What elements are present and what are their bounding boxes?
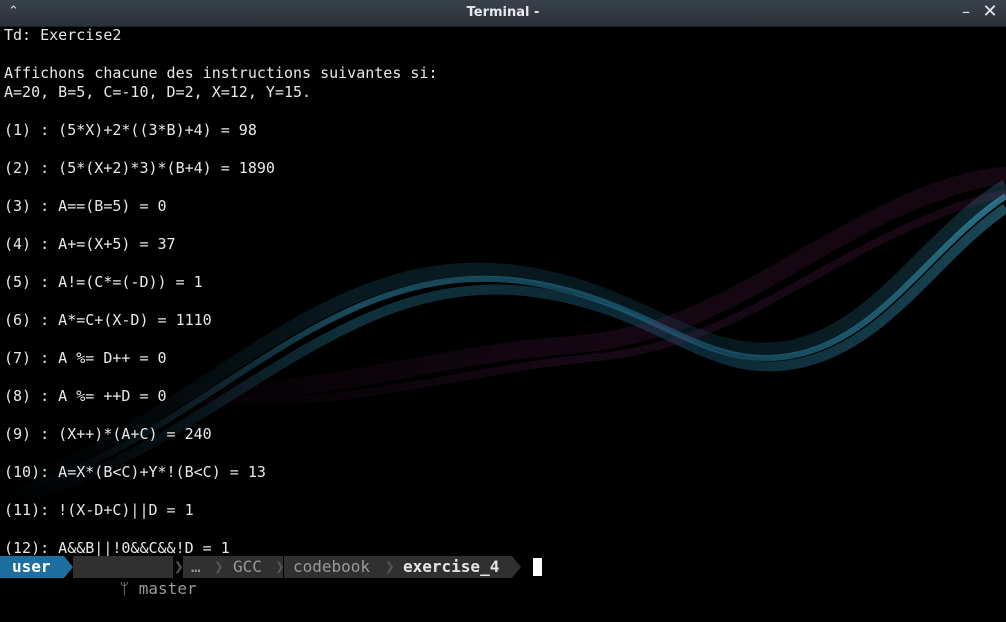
text-cursor (533, 558, 542, 576)
title-bar: ⌃ Terminal - – ✕ (0, 0, 1006, 27)
terminal-line: (2) : (5*(X+2)*3)*(B+4) = 1890 (4, 159, 275, 177)
terminal-line: (5) : A!=(C*=(-D)) = 1 (4, 273, 203, 291)
prompt-path-codebook: codebook (284, 556, 394, 578)
terminal-line: (8) : A %= ++D = 0 (4, 387, 167, 405)
terminal-line: (11): !(X-D+C)||D = 1 (4, 501, 194, 519)
terminal-line: (4) : A+=(X+5) = 37 (4, 235, 176, 253)
terminal-line: (7) : A %= D++ = 0 (4, 349, 167, 367)
terminal-line: Affichons chacune des instructions suiva… (4, 64, 438, 82)
prompt-end-arrow (512, 556, 521, 578)
git-branch-icon: ᛘ (119, 579, 130, 598)
terminal-line: (9) : (X++)*(A+C) = 240 (4, 425, 212, 443)
window-title: Terminal - (466, 5, 540, 20)
shell-prompt: user ᛘ master ❯ … ❯ GCC ❯ codebook ❯ exe… (0, 556, 1006, 598)
prompt-user-segment: user (0, 556, 64, 578)
terminal-line: A=20, B=5, C=-10, D=2, X=12, Y=15. (4, 83, 312, 101)
prompt-branch-name: master (138, 579, 197, 598)
prompt-path-gcc: GCC (223, 556, 283, 578)
terminal-line: (10): A=X*(B<C)+Y*!(B<C) = 13 (4, 463, 266, 481)
terminal-line: (6) : A*=C+(X-D) = 1110 (4, 311, 212, 329)
terminal-line: Td: Exercise2 (4, 26, 122, 44)
terminal-output[interactable]: Td: Exercise2 Affichons chacune des instr… (0, 26, 1006, 557)
prompt-separator-arrow (64, 556, 73, 578)
terminal-line: (1) : (5*X)+2*((3*B)+4) = 98 (4, 121, 257, 139)
prompt-current-directory: exercise_4 (394, 556, 512, 578)
terminal-line: (3) : A==(B=5) = 0 (4, 197, 167, 215)
minimize-button[interactable]: – (956, 2, 976, 22)
prompt-branch-segment: ᛘ master (73, 556, 197, 598)
close-button[interactable]: ✕ (980, 2, 1000, 22)
